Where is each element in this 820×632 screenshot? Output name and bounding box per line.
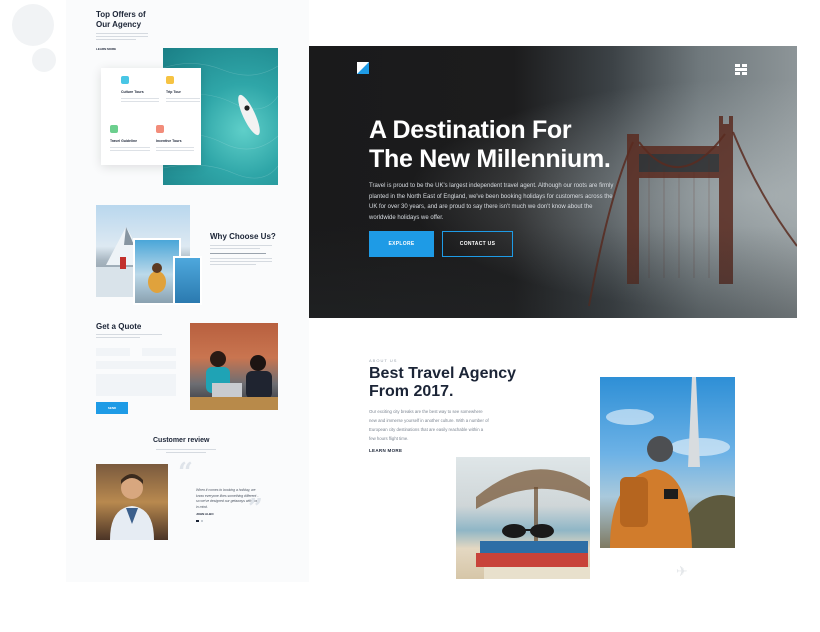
offers-title-line2: Our Agency — [96, 19, 142, 29]
offer-card-incentive[interactable]: Incentive Tours — [156, 125, 194, 151]
offer-card-culture[interactable]: Culture Tours — [121, 76, 159, 102]
offers-title: Top Offers of Our Agency — [96, 10, 146, 29]
last-name-field[interactable] — [142, 348, 176, 356]
site-logo[interactable] — [357, 61, 369, 74]
review-title: Customer review — [153, 437, 210, 444]
learn-more-link[interactable]: LEARN MORE — [369, 448, 402, 453]
quote-open-icon: “ — [178, 458, 193, 488]
globe-icon — [121, 76, 129, 84]
hero-description: Travel is proud to be the UK's largest i… — [369, 183, 614, 221]
quote-close-icon: ” — [248, 494, 263, 524]
offer-card-guideline[interactable]: Travel Guideline — [110, 125, 150, 151]
quote-text-lines — [96, 334, 162, 338]
gift-icon — [156, 125, 164, 133]
about-kicker: ABOUT US — [369, 358, 398, 363]
airplane-watermark-icon: ✈ — [676, 563, 688, 579]
review-pagination[interactable] — [196, 520, 203, 522]
offer-card-title: Trip Tour — [166, 90, 181, 94]
hero-title-line1: A Destination For — [369, 116, 572, 144]
compass-icon — [110, 125, 118, 133]
decor-circle-large — [12, 4, 54, 46]
review-author: JOHN ALBO — [196, 512, 214, 516]
tower-traveler-photo — [600, 377, 735, 548]
paddleboard — [238, 94, 260, 136]
email-field[interactable] — [96, 361, 176, 369]
hero-title-line2: The New Millennium. — [369, 145, 611, 173]
contact-us-button[interactable]: CONTACT US — [442, 231, 513, 257]
decor-circle-small — [32, 48, 56, 72]
office-photo — [190, 323, 278, 410]
beach-books-photo — [456, 457, 590, 579]
menu-icon[interactable] — [735, 62, 747, 75]
first-name-field[interactable] — [96, 348, 130, 356]
about-title: Best Travel Agency From 2017. — [369, 365, 549, 401]
map-icon — [166, 76, 174, 84]
pagination-dot[interactable] — [201, 520, 203, 522]
reviewer-photo — [96, 464, 168, 540]
about-title-line1: Best Travel Agency — [369, 365, 517, 382]
sea-photo-small — [173, 256, 202, 305]
hero-title: A Destination For The New Millennium. — [369, 116, 669, 174]
offer-card-title: Culture Tours — [121, 90, 144, 94]
pagination-dot-active[interactable] — [196, 520, 199, 522]
message-field[interactable] — [96, 374, 176, 396]
review-subtitle-lines — [156, 449, 216, 453]
why-text-lines — [210, 245, 272, 265]
offers-link[interactable]: LEARN MORE — [96, 47, 116, 51]
quote-title: Get a Quote — [96, 322, 142, 331]
offers-title-line1: Top Offers of — [96, 10, 146, 19]
about-title-line2: From 2017. — [369, 383, 454, 400]
offer-card-title: Travel Guideline — [110, 139, 138, 143]
offer-card-trip[interactable]: Trip Tour — [166, 76, 200, 102]
send-button[interactable]: SEND — [96, 402, 128, 414]
offer-card-title: Incentive Tours — [156, 139, 182, 143]
about-description: Our exciting city breaks are the best wa… — [369, 409, 489, 441]
explore-button[interactable]: EXPLORE — [369, 231, 434, 257]
why-title: Why Choose Us? — [210, 232, 276, 241]
offers-text-lines — [96, 33, 148, 40]
hero-section: A Destination For The New Millennium. Tr… — [309, 46, 797, 318]
